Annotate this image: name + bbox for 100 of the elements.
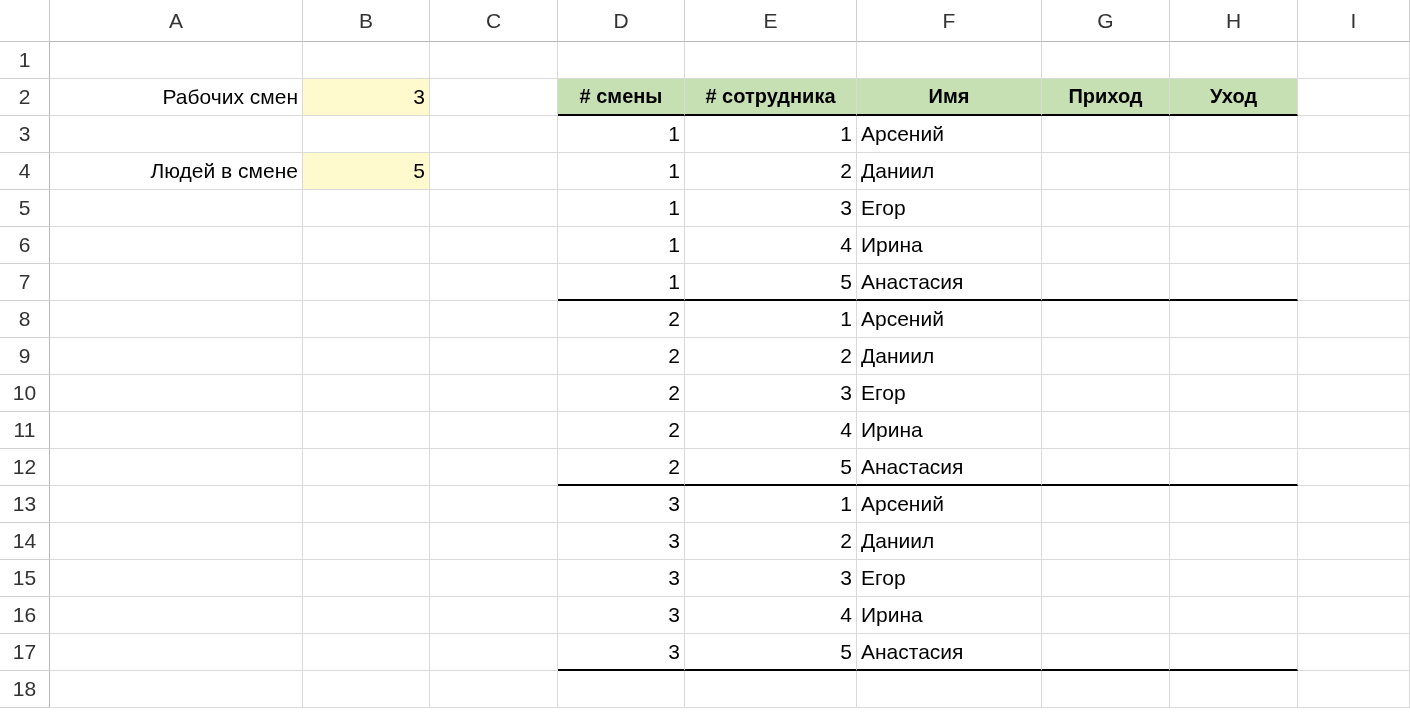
row-header[interactable]: 11	[0, 412, 50, 449]
column-header[interactable]: B	[303, 0, 430, 42]
empty-cell[interactable]	[430, 671, 558, 708]
empty-cell[interactable]	[1298, 634, 1410, 671]
column-header[interactable]: D	[558, 0, 685, 42]
empty-cell[interactable]	[1298, 523, 1410, 560]
empty-cell[interactable]	[430, 412, 558, 449]
empty-cell[interactable]	[1042, 264, 1170, 301]
row-header[interactable]: 8	[0, 301, 50, 338]
empty-cell[interactable]	[857, 671, 1042, 708]
empty-cell[interactable]	[1042, 116, 1170, 153]
empty-cell[interactable]	[1042, 190, 1170, 227]
row-header[interactable]: 18	[0, 671, 50, 708]
input-cell[interactable]: 5	[303, 153, 430, 190]
input-cell[interactable]: 3	[303, 79, 430, 116]
empty-cell[interactable]	[1170, 560, 1298, 597]
empty-cell[interactable]	[430, 301, 558, 338]
row-header[interactable]: 12	[0, 449, 50, 486]
empty-cell[interactable]	[303, 449, 430, 486]
empty-cell[interactable]	[50, 42, 303, 79]
empty-cell[interactable]	[430, 449, 558, 486]
empty-cell[interactable]	[1042, 560, 1170, 597]
empty-cell[interactable]	[1042, 375, 1170, 412]
empty-cell[interactable]	[1170, 264, 1298, 301]
empty-cell[interactable]	[50, 671, 303, 708]
row-header[interactable]: 16	[0, 597, 50, 634]
empty-cell[interactable]	[430, 42, 558, 79]
empty-cell[interactable]	[303, 375, 430, 412]
empty-cell[interactable]	[50, 116, 303, 153]
empty-cell[interactable]	[1298, 264, 1410, 301]
row-header[interactable]: 1	[0, 42, 50, 79]
empty-cell[interactable]	[50, 301, 303, 338]
empty-cell[interactable]	[1298, 597, 1410, 634]
empty-cell[interactable]	[1042, 301, 1170, 338]
empty-cell[interactable]	[1170, 227, 1298, 264]
empty-cell[interactable]	[1170, 486, 1298, 523]
empty-cell[interactable]	[1042, 486, 1170, 523]
column-header[interactable]: A	[50, 0, 303, 42]
empty-cell[interactable]	[303, 264, 430, 301]
empty-cell[interactable]	[430, 523, 558, 560]
empty-cell[interactable]	[1298, 116, 1410, 153]
empty-cell[interactable]	[303, 523, 430, 560]
empty-cell[interactable]	[1298, 42, 1410, 79]
row-header[interactable]: 7	[0, 264, 50, 301]
empty-cell[interactable]	[303, 190, 430, 227]
empty-cell[interactable]	[50, 449, 303, 486]
empty-cell[interactable]	[1298, 449, 1410, 486]
empty-cell[interactable]	[1298, 153, 1410, 190]
empty-cell[interactable]	[430, 634, 558, 671]
empty-cell[interactable]	[1170, 116, 1298, 153]
empty-cell[interactable]	[303, 671, 430, 708]
column-header[interactable]: H	[1170, 0, 1298, 42]
empty-cell[interactable]	[1042, 671, 1170, 708]
empty-cell[interactable]	[1298, 560, 1410, 597]
empty-cell[interactable]	[1170, 597, 1298, 634]
empty-cell[interactable]	[1170, 449, 1298, 486]
empty-cell[interactable]	[1170, 338, 1298, 375]
empty-cell[interactable]	[430, 264, 558, 301]
column-header[interactable]: G	[1042, 0, 1170, 42]
empty-cell[interactable]	[430, 597, 558, 634]
empty-cell[interactable]	[1170, 523, 1298, 560]
empty-cell[interactable]	[303, 486, 430, 523]
empty-cell[interactable]	[1298, 190, 1410, 227]
empty-cell[interactable]	[430, 116, 558, 153]
empty-cell[interactable]	[50, 486, 303, 523]
column-header[interactable]: I	[1298, 0, 1410, 42]
empty-cell[interactable]	[50, 560, 303, 597]
select-all-corner[interactable]	[0, 0, 50, 42]
empty-cell[interactable]	[303, 560, 430, 597]
row-header[interactable]: 4	[0, 153, 50, 190]
empty-cell[interactable]	[1170, 153, 1298, 190]
row-header[interactable]: 13	[0, 486, 50, 523]
row-header[interactable]: 10	[0, 375, 50, 412]
empty-cell[interactable]	[430, 338, 558, 375]
row-header[interactable]: 6	[0, 227, 50, 264]
empty-cell[interactable]	[50, 227, 303, 264]
empty-cell[interactable]	[1170, 190, 1298, 227]
empty-cell[interactable]	[1170, 634, 1298, 671]
empty-cell[interactable]	[1042, 523, 1170, 560]
empty-cell[interactable]	[50, 412, 303, 449]
empty-cell[interactable]	[558, 671, 685, 708]
empty-cell[interactable]	[1042, 449, 1170, 486]
empty-cell[interactable]	[1042, 597, 1170, 634]
row-header[interactable]: 15	[0, 560, 50, 597]
empty-cell[interactable]	[1298, 301, 1410, 338]
empty-cell[interactable]	[1042, 338, 1170, 375]
column-header[interactable]: C	[430, 0, 558, 42]
empty-cell[interactable]	[430, 560, 558, 597]
column-header[interactable]: E	[685, 0, 857, 42]
row-header[interactable]: 17	[0, 634, 50, 671]
row-header[interactable]: 5	[0, 190, 50, 227]
empty-cell[interactable]	[1170, 412, 1298, 449]
empty-cell[interactable]	[50, 523, 303, 560]
row-header[interactable]: 9	[0, 338, 50, 375]
empty-cell[interactable]	[1042, 412, 1170, 449]
empty-cell[interactable]	[303, 597, 430, 634]
empty-cell[interactable]	[303, 412, 430, 449]
empty-cell[interactable]	[303, 634, 430, 671]
empty-cell[interactable]	[430, 486, 558, 523]
row-header[interactable]: 14	[0, 523, 50, 560]
